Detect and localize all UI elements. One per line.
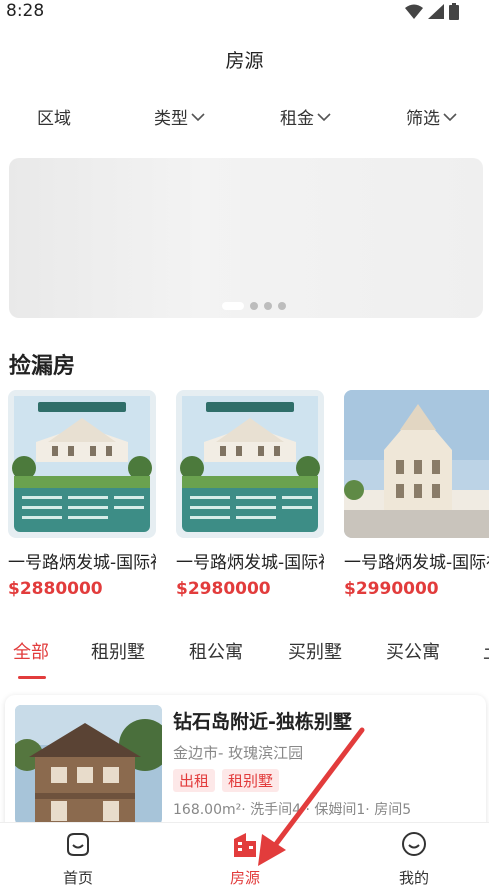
deal-card-name: 一号路炳发城-国际社区	[176, 553, 324, 573]
deal-card-price: $2880000	[8, 579, 103, 599]
deal-card-name: 一号路炳发城-国际社区	[344, 553, 489, 573]
carousel-dot	[278, 302, 286, 310]
tag-rent: 出租	[173, 769, 216, 792]
deal-card-image	[344, 390, 489, 538]
home-smile-icon	[67, 833, 89, 856]
deal-card-image	[8, 390, 156, 538]
filter-rent-label: 租金	[280, 109, 314, 129]
nav-listings-label: 房源	[229, 869, 260, 885]
status-icons	[405, 3, 459, 20]
nav-home[interactable]: 首页	[38, 829, 118, 885]
tab-all[interactable]: 全部	[13, 638, 49, 664]
deal-card-price: $2990000	[344, 579, 439, 599]
listing-title: 钻石岛附近-独栋别墅	[173, 711, 352, 733]
profile-smile-icon	[402, 832, 426, 856]
nav-listings[interactable]: 房源	[205, 829, 285, 885]
banner-carousel[interactable]	[9, 158, 483, 318]
filter-region[interactable]: 区域	[37, 104, 71, 129]
carousel-indicator	[222, 302, 286, 310]
chevron-down-icon	[443, 112, 457, 121]
tab-active-indicator	[18, 676, 46, 679]
status-time: 8:28	[6, 1, 45, 21]
bottom-nav: 首页 房源 我的	[0, 822, 489, 885]
listing-location: 金边市- 玫瑰滨江园	[173, 744, 304, 762]
tab-buy-apartment[interactable]: 买公寓	[386, 638, 440, 664]
carousel-dot	[264, 302, 272, 310]
chevron-down-icon	[317, 112, 331, 121]
tab-rent-apartment[interactable]: 租公寓	[189, 638, 243, 664]
tag-rent-villa: 租别墅	[222, 769, 280, 792]
deal-card-image	[176, 390, 324, 538]
filter-bar: 区域 类型 租金 筛选	[0, 104, 489, 129]
filter-rent[interactable]: 租金	[280, 104, 332, 129]
tab-buy-villa[interactable]: 买别墅	[288, 638, 342, 664]
category-tabs: 全部 租别墅 租公寓 买别墅 买公寓 土	[0, 638, 489, 680]
building-icon	[234, 833, 256, 857]
filter-type-label: 类型	[154, 109, 188, 129]
battery-icon	[449, 3, 459, 20]
tab-rent-villa[interactable]: 租别墅	[91, 638, 145, 664]
deal-card-price: $2980000	[176, 579, 271, 599]
carousel-dot-active	[222, 302, 244, 310]
listing-tags: 出租 租别墅	[173, 769, 280, 792]
nav-profile-label: 我的	[398, 869, 429, 885]
listing-image	[15, 705, 162, 825]
chevron-down-icon	[191, 112, 205, 121]
wifi-icon	[405, 4, 423, 19]
signal-icon	[428, 4, 444, 19]
deal-card[interactable]: 一号路炳发城-国际社区 $2880000	[8, 390, 156, 599]
nav-profile[interactable]: 我的	[374, 829, 454, 885]
listing-meta: 168.00m²· 洗手间4 · 保姆间1· 房间5	[173, 802, 412, 818]
nav-home-label: 首页	[62, 869, 93, 885]
carousel-dot	[250, 302, 258, 310]
filter-more[interactable]: 筛选	[406, 104, 458, 129]
filter-type[interactable]: 类型	[154, 104, 206, 129]
deal-card[interactable]: 一号路炳发城-国际社区 $2980000	[176, 390, 324, 599]
page-title: 房源	[225, 50, 264, 72]
section-title: 捡漏房	[9, 354, 76, 379]
deal-card[interactable]: 一号路炳发城-国际社区 $2990000	[344, 390, 489, 599]
filter-region-label: 区域	[37, 109, 71, 129]
filter-more-label: 筛选	[406, 109, 440, 129]
status-bar: 8:28	[0, 0, 489, 26]
deal-card-name: 一号路炳发城-国际社区	[8, 553, 156, 573]
tab-land[interactable]: 土	[483, 638, 489, 664]
